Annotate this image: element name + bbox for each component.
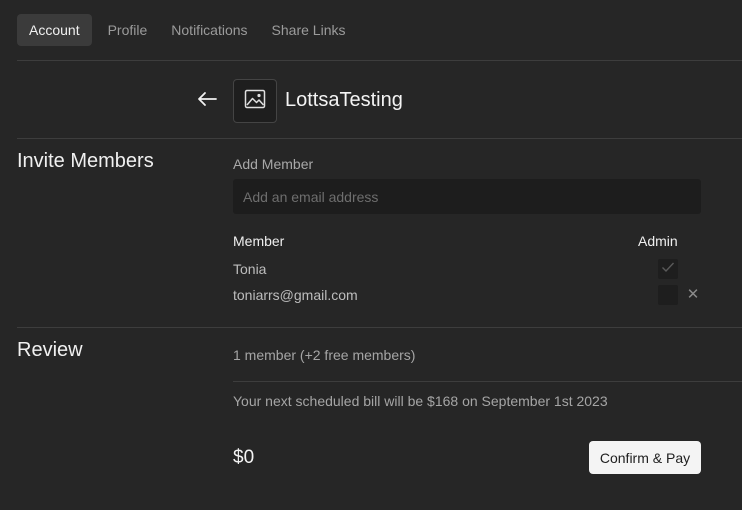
settings-page: Account Profile Notifications Share Link… (0, 0, 742, 510)
arrow-left-icon[interactable] (194, 87, 220, 113)
checkmark-icon (661, 260, 675, 278)
member-email: toniarrs@gmail.com (233, 287, 358, 303)
image-icon (244, 89, 266, 114)
header-divider (17, 138, 742, 139)
review-divider (233, 381, 742, 382)
workspace-avatar (233, 79, 277, 123)
tab-notifications[interactable]: Notifications (163, 14, 255, 46)
settings-tabs: Account Profile Notifications Share Link… (17, 14, 361, 46)
email-input[interactable] (233, 179, 701, 214)
tab-profile[interactable]: Profile (100, 14, 156, 46)
workspace-name: LottsaTesting (285, 89, 403, 111)
invite-members-title: Invite Members (17, 150, 154, 172)
tabs-divider (17, 60, 742, 61)
member-row: Tonia (233, 259, 701, 279)
member-column-header: Member (233, 233, 285, 249)
member-name: Tonia (233, 261, 267, 277)
tab-share-links[interactable]: Share Links (264, 14, 354, 46)
confirm-pay-button[interactable]: Confirm & Pay (589, 441, 701, 474)
member-summary: 1 member (+2 free members) (233, 347, 416, 363)
admin-checkbox[interactable] (658, 259, 678, 279)
member-row: toniarrs@gmail.com ✕ (233, 285, 701, 305)
next-bill-text: Your next scheduled bill will be $168 on… (233, 393, 608, 409)
close-icon[interactable]: ✕ (686, 285, 700, 305)
tab-account[interactable]: Account (17, 14, 92, 46)
add-member-label: Add Member (233, 156, 314, 172)
review-title: Review (17, 339, 83, 361)
admin-column-header: Admin (638, 233, 678, 249)
admin-checkbox[interactable] (658, 285, 678, 305)
invite-divider (17, 327, 742, 328)
total-amount: $0 (233, 447, 255, 468)
